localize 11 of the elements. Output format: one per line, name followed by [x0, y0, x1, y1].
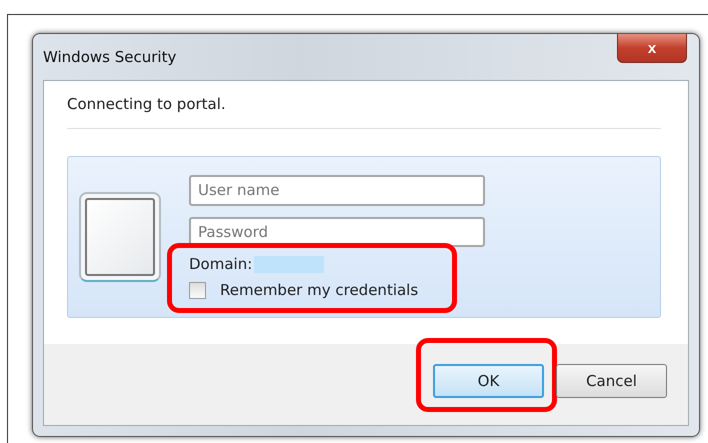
- redaction-mark: [254, 256, 324, 272]
- message-text: Connecting to portal.: [67, 95, 227, 113]
- close-button[interactable]: x: [617, 34, 687, 63]
- domain-label: Domain:: [189, 255, 252, 273]
- checkbox-label: Remember my credentials: [220, 281, 418, 299]
- input-field[interactable]: User name: [189, 175, 485, 206]
- dialog-button[interactable]: Cancel: [556, 364, 667, 398]
- window-title: Windows Security: [43, 48, 176, 66]
- dialog-button[interactable]: OK: [433, 364, 544, 398]
- checkbox[interactable]: [189, 282, 206, 298]
- user-tile-icon: [79, 192, 161, 282]
